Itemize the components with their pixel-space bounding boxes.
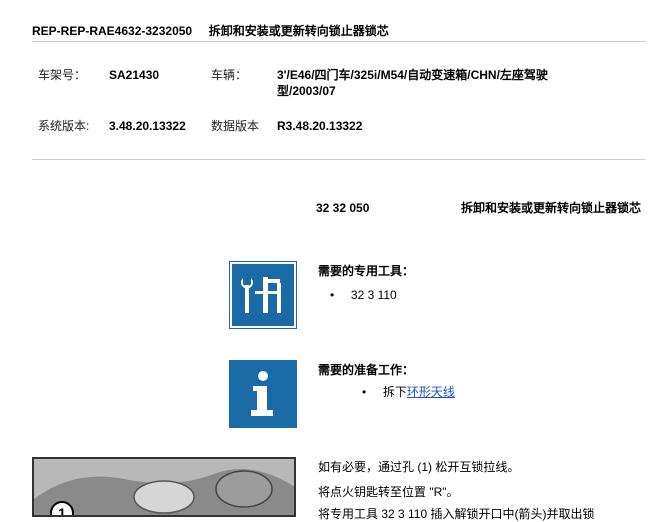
system-version-value: 3.48.20.13322 — [109, 119, 186, 133]
document-id: REP-REP-RAE4632-3232050 — [32, 24, 193, 38]
callout-number: 1 — [58, 505, 66, 517]
header-divider — [32, 41, 646, 42]
procedure-photo: 1 — [32, 457, 296, 517]
step-2: 将点火钥匙转至位置 "R"。 — [318, 485, 459, 499]
bullet: • — [362, 385, 367, 399]
step-1: 如有必要，通过孔 (1) 松开互锁拉线。 — [318, 460, 520, 474]
prep-item-prefix: 拆下 — [382, 385, 407, 399]
tools-heading: 需要的专用工具： — [318, 264, 415, 278]
prep-heading: 需要的准备工作： — [318, 363, 415, 377]
vehicle-value: 3'/E46/四门车/325i/M54/自动变速箱/CHN/左座驾驶型/2003… — [277, 68, 548, 98]
tool-number: 32 3 110 — [350, 288, 397, 302]
prep-list-item: • 拆下环形天线 — [362, 384, 455, 400]
procedure-code: 32 32 050 — [316, 201, 370, 215]
data-version-value: R3.48.20.13322 — [277, 119, 363, 133]
info-divider — [32, 159, 646, 160]
step-3: 将专用工具 32 3 110 插入解锁开口中(箭头)并取出锁 — [318, 507, 595, 521]
info-icon — [229, 360, 297, 428]
system-version-label: 系统版本: — [38, 119, 90, 133]
data-version-label: 数据版本 — [211, 119, 260, 133]
chassis-value: SA21430 — [109, 68, 160, 82]
tools-icon — [229, 261, 297, 329]
vehicle-label: 车辆： — [211, 68, 248, 82]
tools-list-item: • 32 3 110 — [330, 287, 397, 303]
ring-antenna-link[interactable]: 环形天线 — [407, 385, 455, 399]
document-name: 拆卸和安装或更新转向锁止器锁芯 — [208, 24, 389, 38]
bullet: • — [330, 288, 335, 302]
procedure-name: 拆卸和安装或更新转向锁止器锁芯 — [461, 201, 642, 215]
chassis-label: 车架号： — [38, 68, 87, 82]
document-title: REP-REP-RAE4632-3232050 拆卸和安装或更新转向锁止器锁芯 — [32, 22, 389, 39]
